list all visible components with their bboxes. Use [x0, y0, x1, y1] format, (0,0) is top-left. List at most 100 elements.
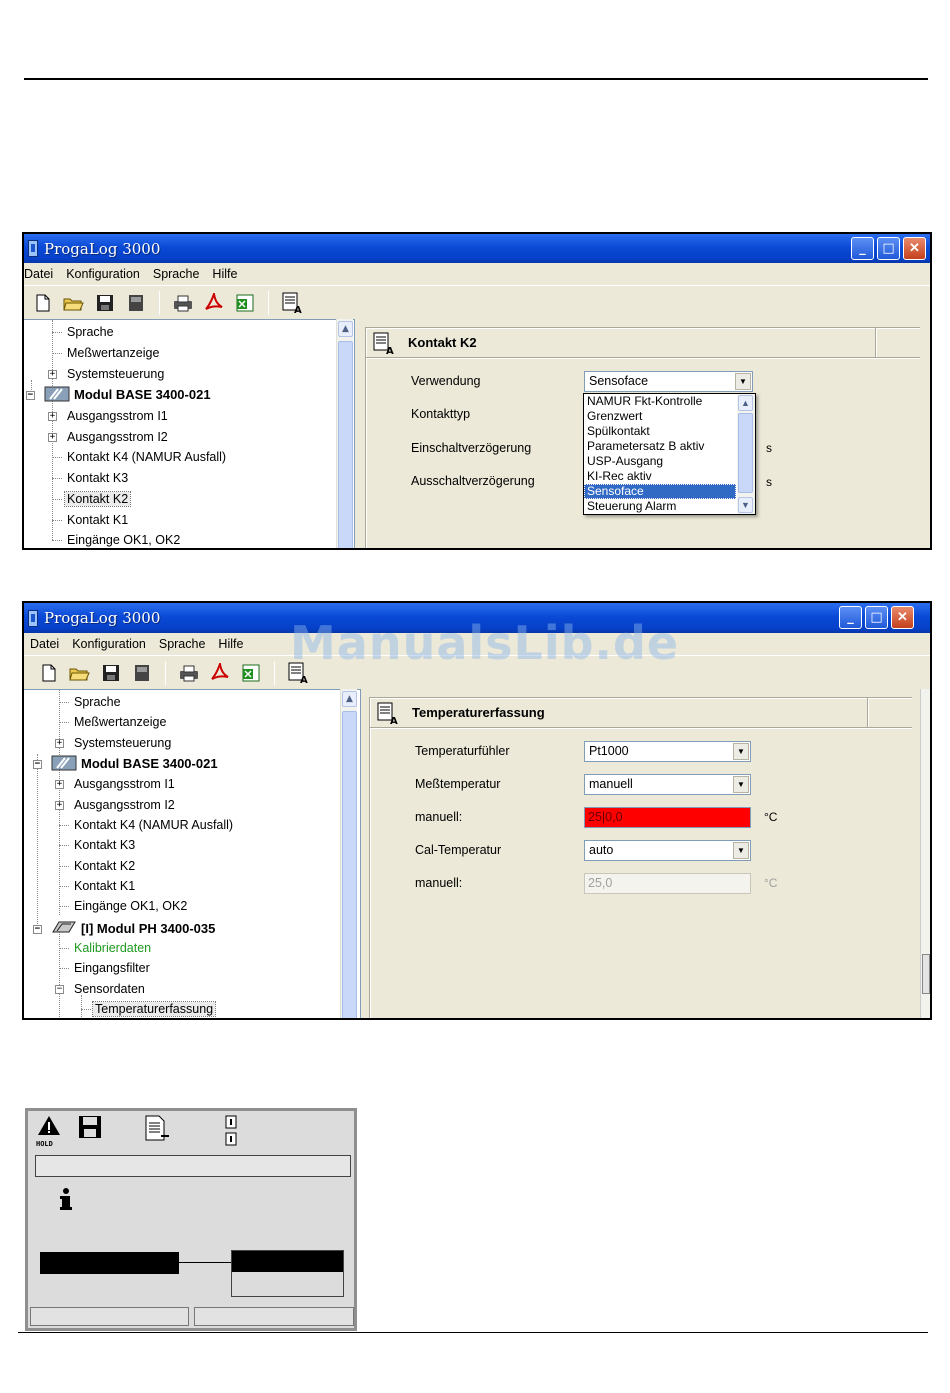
tree-scrollbar[interactable]: ▲: [340, 689, 357, 1018]
scroll-thumb[interactable]: [338, 341, 353, 548]
tree-item-eingaenge[interactable]: Eingänge OK1, OK2: [59, 896, 187, 916]
print-icon[interactable]: [178, 662, 200, 684]
tree-item-kontakt-k1[interactable]: Kontakt K1: [52, 510, 128, 530]
open-folder-icon[interactable]: [69, 662, 91, 684]
title-bar[interactable]: ProgaLog 3000 _ □ ✕: [24, 234, 930, 263]
expand-icon[interactable]: +: [55, 780, 64, 789]
minimize-button[interactable]: _: [839, 606, 862, 629]
save-device-icon[interactable]: [125, 292, 147, 314]
scroll-down-icon[interactable]: ▼: [738, 497, 753, 513]
tree-scrollbar[interactable]: ▲: [336, 319, 353, 548]
print-icon[interactable]: [172, 292, 194, 314]
excel-icon[interactable]: [234, 292, 256, 314]
expand-icon[interactable]: +: [48, 370, 57, 379]
pdf-icon[interactable]: [203, 292, 225, 314]
tree-item-ausgangsstrom-i2[interactable]: + Ausgangsstrom I2: [48, 427, 168, 447]
menu-datei[interactable]: Datei: [24, 267, 53, 281]
temperaturfuehler-select[interactable]: Pt1000 ▼: [584, 741, 751, 762]
tree-item-ausgangsstrom-i1[interactable]: + Ausgangsstrom I1: [48, 406, 168, 426]
collapse-icon[interactable]: −: [55, 985, 64, 994]
tree-item-systemsteuerung[interactable]: + Systemsteuerung: [55, 733, 171, 753]
chevron-down-icon[interactable]: ▼: [733, 776, 749, 793]
close-button[interactable]: ✕: [903, 237, 926, 260]
maximize-button[interactable]: □: [865, 606, 888, 629]
tree-item-ausgangsstrom-i1[interactable]: + Ausgangsstrom I1: [55, 774, 175, 794]
tree-item-ausgangsstrom-i2[interactable]: + Ausgangsstrom I2: [55, 795, 175, 815]
verwendung-dropdown-list[interactable]: NAMUR Fkt-Kontrolle Grenzwert Spülkontak…: [583, 393, 756, 515]
tree-item-eingaenge[interactable]: Eingänge OK1, OK2: [52, 530, 180, 548]
new-file-icon[interactable]: [38, 662, 60, 684]
menu-datei[interactable]: Datei: [30, 637, 59, 651]
outer-scrollbar[interactable]: [920, 689, 930, 1018]
expand-icon[interactable]: +: [48, 433, 57, 442]
option-namur[interactable]: NAMUR Fkt-Kontrolle: [584, 394, 736, 409]
tree-item-messwertanzeige[interactable]: Meßwertanzeige: [59, 712, 166, 732]
tree-item-kontakt-k1[interactable]: Kontakt K1: [59, 876, 135, 896]
tree-item-kontakt-k3[interactable]: Kontakt K3: [52, 468, 128, 488]
tree-item-kontakt-k4[interactable]: Kontakt K4 (NAMUR Ausfall): [52, 447, 226, 467]
scroll-thumb[interactable]: [922, 954, 930, 994]
chevron-down-icon[interactable]: ▼: [733, 743, 749, 760]
scroll-up-icon[interactable]: ▲: [738, 395, 753, 411]
save-icon[interactable]: [94, 292, 116, 314]
menu-konfiguration[interactable]: Konfiguration: [72, 637, 146, 651]
option-steuerung-alarm[interactable]: Steuerung Alarm: [584, 499, 736, 514]
chevron-down-icon[interactable]: ▼: [735, 373, 751, 390]
cal-temperatur-select[interactable]: auto ▼: [584, 840, 751, 861]
menu-hilfe[interactable]: Hilfe: [212, 267, 237, 281]
save-icon[interactable]: [100, 662, 122, 684]
messtemperatur-select[interactable]: manuell ▼: [584, 774, 751, 795]
expand-icon[interactable]: +: [55, 801, 64, 810]
excel-icon[interactable]: [240, 662, 262, 684]
tree-item-sprache[interactable]: Sprache: [52, 322, 114, 342]
maximize-button[interactable]: □: [877, 237, 900, 260]
scroll-thumb[interactable]: [342, 711, 357, 1018]
option-usp[interactable]: USP-Ausgang: [584, 454, 736, 469]
tree-item-kontakt-k4[interactable]: Kontakt K4 (NAMUR Ausfall): [59, 815, 233, 835]
tree-item-kontakt-k2[interactable]: Kontakt K2: [52, 489, 132, 509]
option-kirec[interactable]: KI-Rec aktiv: [584, 469, 736, 484]
tree-item-kontakt-k3[interactable]: Kontakt K3: [59, 835, 135, 855]
tree-item-messwertanzeige[interactable]: Meßwertanzeige: [52, 343, 159, 363]
tree-item-kontakt-k2[interactable]: Kontakt K2: [59, 856, 135, 876]
scroll-up-icon[interactable]: ▲: [342, 691, 357, 707]
expand-icon[interactable]: +: [55, 739, 64, 748]
option-sensoface[interactable]: Sensoface: [584, 484, 736, 499]
collapse-icon[interactable]: −: [26, 391, 35, 400]
collapse-icon[interactable]: −: [33, 760, 42, 769]
menu-sprache[interactable]: Sprache: [159, 637, 206, 651]
minimize-button[interactable]: _: [851, 237, 874, 260]
save-device-icon[interactable]: [131, 662, 153, 684]
pdf-icon[interactable]: [209, 662, 231, 684]
tree-item-modul-base[interactable]: − Modul BASE 3400-021: [33, 754, 218, 774]
tree-item-kalibrierdaten[interactable]: Kalibrierdaten: [59, 938, 151, 958]
close-button[interactable]: ✕: [891, 606, 914, 629]
report-icon: A: [372, 331, 396, 357]
option-parametersatz[interactable]: Parametersatz B aktiv: [584, 439, 736, 454]
open-folder-icon[interactable]: [63, 292, 85, 314]
tree-item-temperaturerfassung[interactable]: Temperaturerfassung: [81, 999, 217, 1018]
menu-hilfe[interactable]: Hilfe: [218, 637, 243, 651]
scroll-up-icon[interactable]: ▲: [338, 321, 353, 337]
manuell-temperature-input[interactable]: 25|0,0: [584, 807, 751, 828]
tree-item-modul-base[interactable]: − Modul BASE 3400-021: [26, 385, 211, 405]
tree-item-systemsteuerung[interactable]: + Systemsteuerung: [48, 364, 164, 384]
verwendung-select[interactable]: Sensoface ▼: [584, 371, 753, 392]
collapse-icon[interactable]: −: [33, 925, 42, 934]
scroll-thumb[interactable]: [738, 413, 753, 493]
expand-icon[interactable]: +: [48, 412, 57, 421]
chevron-down-icon[interactable]: ▼: [733, 842, 749, 859]
option-spuelkontakt[interactable]: Spülkontakt: [584, 424, 736, 439]
tree-item-sensordaten[interactable]: − Sensordaten: [55, 979, 145, 999]
dropdown-scrollbar[interactable]: ▲ ▼: [737, 394, 755, 514]
cal-temperatur-label: Cal-Temperatur: [415, 843, 502, 857]
new-file-icon[interactable]: [32, 292, 54, 314]
tree-item-modul-ph[interactable]: − [I] Modul PH 3400-035: [33, 919, 215, 939]
report-icon[interactable]: A: [281, 292, 303, 314]
device-text-line: [35, 1155, 351, 1177]
tree-item-eingangsfilter[interactable]: Eingangsfilter: [59, 958, 150, 978]
option-grenzwert[interactable]: Grenzwert: [584, 409, 736, 424]
menu-konfiguration[interactable]: Konfiguration: [66, 267, 140, 281]
tree-item-sprache[interactable]: Sprache: [59, 692, 121, 712]
menu-sprache[interactable]: Sprache: [153, 267, 200, 281]
